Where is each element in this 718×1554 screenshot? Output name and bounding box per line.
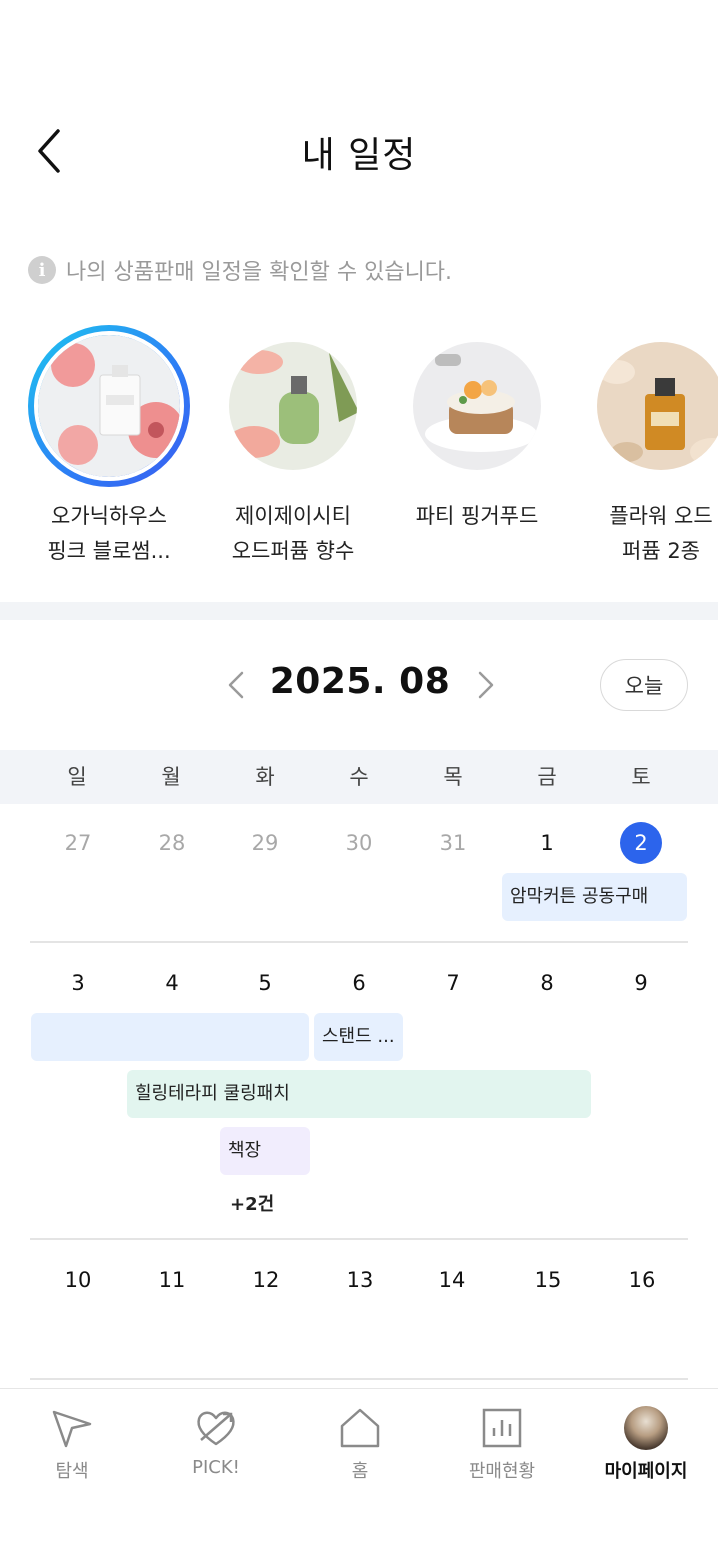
calendar-day[interactable]: 10 bbox=[31, 1258, 125, 1302]
weekday-header: 일 월 화 수 목 금 토 bbox=[0, 750, 718, 804]
calendar-day[interactable]: 15 bbox=[501, 1258, 595, 1302]
week-divider bbox=[30, 941, 688, 943]
product-item[interactable]: 제이제이시티 오드퍼퓸 향수 bbox=[208, 325, 378, 569]
calendar-day-today[interactable]: 2 bbox=[594, 821, 688, 865]
bottom-tab-bar: 탐색 PICK! 홈 판매현황 마이페이지 bbox=[0, 1388, 718, 1554]
calendar-day[interactable]: 12 bbox=[219, 1258, 313, 1302]
tab-label: 탐색 bbox=[55, 1461, 89, 1482]
product-ring bbox=[396, 325, 558, 487]
event-bar[interactable]: 암막커튼 공동구매 bbox=[502, 873, 687, 921]
product-name: 오가닉하우스 핑크 블로썸... bbox=[47, 504, 171, 563]
tab-label: 판매현황 bbox=[468, 1461, 536, 1482]
tab-label: PICK! bbox=[192, 1457, 240, 1478]
prev-month-button[interactable] bbox=[222, 667, 252, 703]
calendar-day[interactable]: 30 bbox=[312, 821, 406, 865]
weekday-label: 수 bbox=[349, 765, 369, 789]
calendar-day[interactable]: 8 bbox=[500, 961, 594, 1005]
today-marker: 2 bbox=[620, 822, 662, 864]
product-selected-ring bbox=[28, 325, 190, 487]
tab-pick[interactable]: PICK! bbox=[144, 1405, 288, 1478]
product-item[interactable]: 오가닉하우스 핑크 블로썸... bbox=[24, 325, 194, 569]
product-carousel: 오가닉하우스 핑크 블로썸... 제이제이시티 오드퍼퓸 향수 파티 핑거푸드 … bbox=[0, 325, 718, 575]
weekday-label: 월 bbox=[161, 765, 181, 789]
product-name: 제이제이시티 오드퍼퓸 향수 bbox=[231, 504, 355, 563]
info-icon: i bbox=[28, 256, 56, 284]
calendar-day[interactable]: 4 bbox=[125, 961, 219, 1005]
chevron-right-icon bbox=[478, 671, 494, 699]
product-item[interactable]: 파티 핑거푸드 bbox=[392, 325, 562, 534]
page-title: 내 일정 bbox=[301, 135, 417, 176]
calendar-day[interactable]: 7 bbox=[406, 961, 500, 1005]
month-label: 2025. 08 bbox=[269, 661, 451, 702]
bar-chart-icon bbox=[482, 1408, 522, 1448]
weekday-label: 토 bbox=[631, 765, 651, 789]
tab-label: 홈 bbox=[351, 1461, 369, 1482]
calendar-day[interactable]: 3 bbox=[31, 961, 125, 1005]
product-name: 파티 핑거푸드 bbox=[415, 504, 539, 528]
calendar-day[interactable]: 14 bbox=[405, 1258, 499, 1302]
weekday-label: 목 bbox=[443, 765, 463, 789]
calendar-day[interactable]: 16 bbox=[595, 1258, 689, 1302]
home-icon bbox=[340, 1408, 380, 1448]
calendar-day[interactable]: 27 bbox=[31, 821, 125, 865]
next-month-button[interactable] bbox=[470, 667, 500, 703]
calendar-day[interactable]: 9 bbox=[594, 961, 688, 1005]
tab-sales[interactable]: 판매현황 bbox=[430, 1405, 574, 1483]
product-thumbnail bbox=[409, 338, 545, 474]
month-navigator: 2025. 08 오늘 bbox=[0, 655, 718, 715]
calendar-day[interactable]: 31 bbox=[406, 821, 500, 865]
event-bar[interactable]: 스탠드 ... bbox=[314, 1013, 403, 1061]
calendar-day[interactable]: 11 bbox=[125, 1258, 219, 1302]
chevron-left-icon bbox=[228, 671, 244, 699]
product-thumbnail bbox=[593, 338, 718, 474]
event-bar[interactable] bbox=[31, 1013, 309, 1061]
product-thumbnail bbox=[225, 338, 361, 474]
product-ring bbox=[212, 325, 374, 487]
header: 내 일정 bbox=[0, 100, 718, 200]
tab-label: 마이페이지 bbox=[604, 1461, 688, 1482]
week-divider bbox=[30, 1238, 688, 1240]
tab-home[interactable]: 홈 bbox=[288, 1405, 432, 1483]
event-bar[interactable]: 힐링테라피 쿨링패치 bbox=[127, 1070, 591, 1118]
calendar-day[interactable]: 13 bbox=[313, 1258, 407, 1302]
weekday-label: 화 bbox=[255, 765, 275, 789]
calendar-day[interactable]: 28 bbox=[125, 821, 219, 865]
tab-mypage[interactable]: 마이페이지 bbox=[574, 1405, 718, 1483]
today-button[interactable]: 오늘 bbox=[600, 659, 688, 711]
week-divider bbox=[30, 1378, 688, 1380]
info-notice: i 나의 상품판매 일정을 확인할 수 있습니다. bbox=[28, 254, 452, 286]
more-events-link[interactable]: +2건 bbox=[230, 1190, 274, 1216]
product-item[interactable]: 플라워 오드 퍼퓸 2종 bbox=[576, 325, 718, 569]
calendar-day[interactable]: 1 bbox=[500, 821, 594, 865]
product-ring bbox=[580, 325, 718, 487]
calendar-day[interactable]: 5 bbox=[218, 961, 312, 1005]
heart-arrow-icon bbox=[197, 1411, 235, 1446]
send-arrow-icon bbox=[52, 1410, 92, 1448]
product-thumbnail bbox=[34, 331, 184, 481]
avatar bbox=[624, 1406, 668, 1450]
tab-explore[interactable]: 탐색 bbox=[0, 1405, 144, 1483]
info-text: 나의 상품판매 일정을 확인할 수 있습니다. bbox=[66, 260, 453, 285]
calendar-day[interactable]: 29 bbox=[218, 821, 312, 865]
event-bar[interactable]: 책장 bbox=[220, 1127, 310, 1175]
product-name: 플라워 오드 퍼퓸 2종 bbox=[609, 504, 713, 563]
weekday-label: 일 bbox=[67, 765, 87, 789]
section-divider bbox=[0, 602, 718, 620]
calendar-day[interactable]: 6 bbox=[312, 961, 406, 1005]
weekday-label: 금 bbox=[537, 765, 557, 789]
